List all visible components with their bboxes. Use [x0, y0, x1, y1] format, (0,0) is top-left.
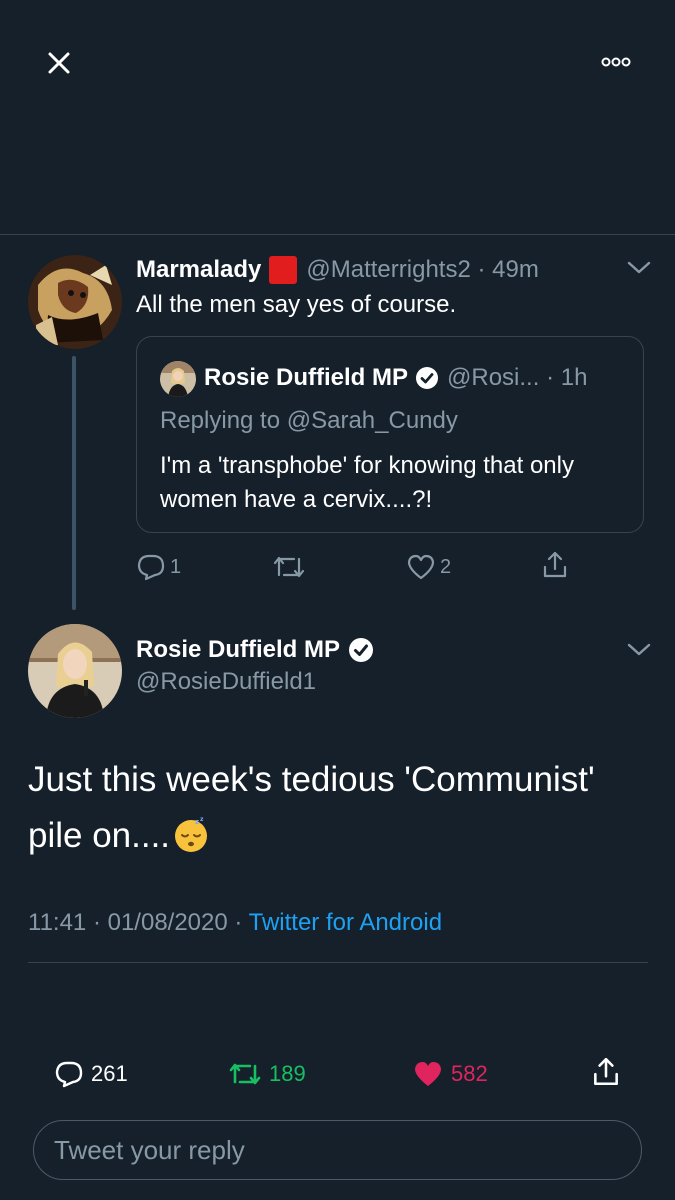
author-name[interactable]: Rosie Duffield MP	[136, 636, 340, 664]
retweet-button[interactable]	[272, 552, 310, 582]
heart-icon	[407, 554, 435, 580]
share-icon	[594, 1057, 618, 1086]
avatar	[160, 361, 196, 397]
like-button[interactable]: 2	[406, 552, 451, 582]
retweet-icon	[229, 1063, 261, 1085]
client-link[interactable]: Twitter for Android	[249, 909, 442, 936]
replying-to-text: Replying to @Sarah_Cundy	[160, 407, 458, 434]
like-count: 582	[451, 1061, 488, 1086]
quote-text: I'm a 'transphobe' for knowing that only…	[160, 452, 574, 513]
divider	[28, 962, 648, 963]
reply-count: 261	[91, 1061, 128, 1086]
quote-author-name: Rosie Duffield MP	[204, 364, 409, 391]
thread-line	[72, 356, 76, 610]
reply-count: 1	[170, 555, 182, 578]
chevron-down-icon[interactable]	[626, 642, 652, 658]
avatar[interactable]	[28, 624, 122, 718]
svg-text:z: z	[195, 818, 199, 826]
author-handle-time: @Matterrights2 · 49m	[306, 256, 539, 283]
retweet-icon	[273, 556, 305, 578]
reply-icon	[137, 554, 165, 581]
tweet-text-container: Just this week's tedious 'Communist' pil…	[28, 752, 648, 864]
reply-icon	[55, 1061, 83, 1088]
quote-handle-time: @Rosi... · 1h	[447, 364, 588, 391]
share-button[interactable]	[540, 550, 570, 580]
like-count: 2	[440, 555, 452, 578]
close-icon[interactable]	[42, 46, 76, 80]
avatar[interactable]	[28, 255, 122, 349]
timestamp: 11:41 · 01/08/2020 ·	[28, 909, 249, 936]
retweet-button[interactable]: 189	[228, 1058, 306, 1090]
reply-button[interactable]: 1	[136, 552, 181, 582]
svg-text:z: z	[200, 816, 204, 823]
quote-header: Rosie Duffield MP @Rosi... · 1h	[204, 362, 587, 394]
author-handle[interactable]: @RosieDuffield1	[136, 666, 316, 698]
author-name[interactable]: Marmalady	[136, 256, 261, 284]
verified-badge-icon	[348, 637, 374, 663]
share-icon	[543, 551, 567, 578]
sleeping-face-emoji-icon: z z	[172, 815, 210, 853]
like-button[interactable]: 582	[412, 1058, 488, 1090]
reply-button[interactable]: 261	[54, 1058, 128, 1090]
chevron-down-icon[interactable]	[626, 260, 652, 276]
tweet-text: All the men say yes of course.	[136, 291, 457, 318]
share-button[interactable]	[590, 1056, 622, 1088]
tweet-text: Just this week's tedious 'Communist' pil…	[28, 760, 595, 855]
red-square-emoji	[269, 256, 298, 284]
more-horizontal-icon[interactable]	[598, 52, 634, 72]
retweet-count: 189	[269, 1061, 306, 1086]
tweet-meta: 11:41 · 01/08/2020 · Twitter for Android	[28, 906, 442, 940]
reply-input[interactable]	[33, 1120, 642, 1180]
parent-tweet-header: Marmalady @Matterrights2 · 49m	[136, 254, 539, 286]
heart-icon	[415, 1062, 441, 1086]
verified-badge-icon	[415, 366, 439, 390]
top-divider	[0, 234, 675, 235]
main-tweet-header: Rosie Duffield MP	[136, 634, 374, 666]
